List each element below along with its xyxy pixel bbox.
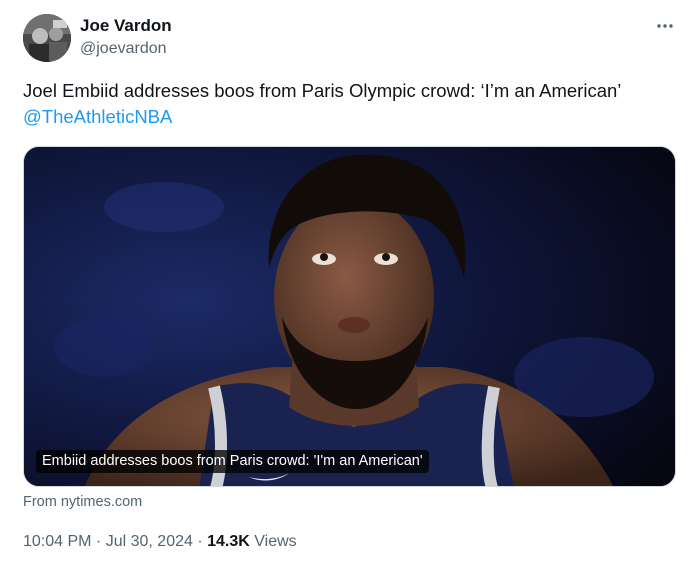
meta-separator: · [192, 533, 208, 550]
tweet-date[interactable]: Jul 30, 2024 [106, 533, 193, 550]
card-source-link[interactable]: From nytimes.com [23, 492, 142, 512]
link-card[interactable]: Embiid addresses boos from Paris crowd: … [23, 146, 676, 487]
author-display-name[interactable]: Joe Vardon [80, 15, 172, 37]
tweet-meta: 10:04 PM · Jul 30, 2024 · 14.3K Views [23, 531, 297, 553]
tweet: Joe Vardon @joevardon Joel Embiid addres… [0, 0, 695, 568]
meta-separator: · [91, 533, 106, 550]
more-horizontal-icon [657, 24, 673, 28]
tweet-text-line: Joel Embiid addresses boos from Paris Ol… [23, 80, 622, 101]
card-photo [24, 147, 675, 486]
views-count[interactable]: 14.3K [207, 533, 250, 550]
avatar[interactable] [23, 14, 71, 62]
more-options-button[interactable] [653, 14, 677, 38]
tweet-text: Joel Embiid addresses boos from Paris Ol… [23, 78, 678, 130]
tweet-time[interactable]: 10:04 PM [23, 533, 91, 550]
card-caption: Embiid addresses boos from Paris crowd: … [36, 450, 429, 473]
author-handle[interactable]: @joevardon [80, 38, 167, 60]
views-label: Views [249, 533, 297, 550]
tweet-mention-link[interactable]: @TheAthleticNBA [23, 104, 678, 130]
avatar-image [23, 14, 71, 62]
